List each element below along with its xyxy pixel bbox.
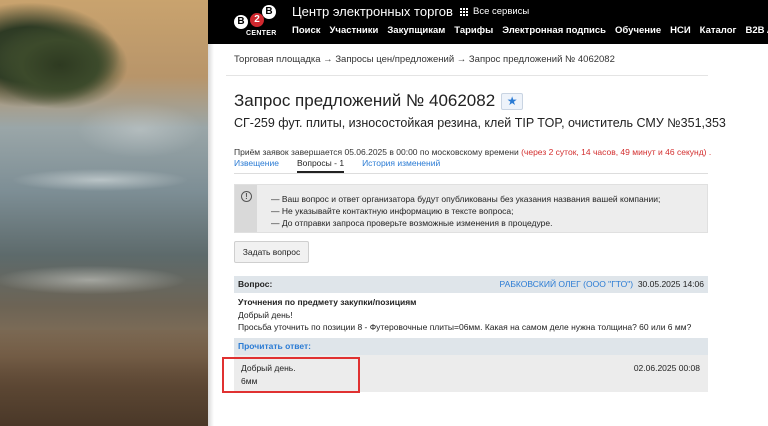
question-text-line: Добрый день!	[238, 310, 293, 320]
info-icon: !	[241, 191, 252, 202]
answer-date: 02.06.2025 00:08	[633, 363, 700, 373]
site-logo[interactable]: B 2 B CENTER	[234, 5, 280, 39]
nav-item-buyers[interactable]: Закупщикам	[387, 25, 445, 36]
background-wave	[0, 255, 208, 305]
grid-icon	[460, 7, 468, 16]
nav-item-e-signature[interactable]: Электронная подпись	[502, 25, 606, 36]
question-text-line: Просьба уточнить по позиции 8 - Футерово…	[238, 322, 692, 332]
logo-caption: CENTER	[246, 30, 277, 37]
info-icon-column: !	[235, 185, 257, 232]
deadline-text: Приём заявок завершается 05.06.2025 в 00…	[234, 147, 711, 157]
nav-item-b2b-alt[interactable]: B2B Alt	[745, 25, 768, 36]
all-services-label: Все сервисы	[473, 6, 530, 17]
page-title: Запрос предложений № 4062082	[234, 91, 496, 110]
question-label: Вопрос:	[238, 279, 273, 289]
info-line: — До отправки запроса проверьте возможны…	[271, 218, 553, 228]
deadline-main: Приём заявок завершается 05.06.2025 в 00…	[234, 147, 519, 157]
background-photo	[0, 0, 208, 426]
tabs-divider	[234, 173, 708, 174]
page-title-row: Запрос предложений № 4062082 ★	[234, 91, 524, 111]
tab-notice[interactable]: Извещение	[234, 158, 279, 173]
question-author-link[interactable]: РАБКОВСКИЙ ОЛЕГ (ООО "ГТО")	[500, 279, 634, 289]
highlight-annotation	[222, 357, 360, 393]
nav-item-participants[interactable]: Участники	[330, 25, 379, 36]
info-box: ! — Ваш вопрос и ответ организатора буду…	[234, 184, 708, 233]
question-header: Вопрос: РАБКОВСКИЙ ОЛЕГ (ООО "ГТО") 30.0…	[234, 276, 708, 293]
favorite-star-icon[interactable]: ★	[501, 92, 524, 110]
background-cliff	[0, 10, 170, 120]
question-body: Уточнения по предмету закупки/позициям Д…	[234, 293, 708, 338]
logo-letter-right: B	[262, 5, 276, 19]
read-answer-link[interactable]: Прочитать ответ:	[238, 341, 311, 351]
brand-title[interactable]: Центр электронных торгов	[292, 4, 453, 19]
breadcrumb[interactable]: Торговая площадка → Запросы цен/предложе…	[234, 54, 615, 65]
question-topic: Уточнения по предмету закупки/позициям	[238, 297, 417, 307]
nav-item-search[interactable]: Поиск	[292, 25, 321, 36]
logo-letter-left: B	[234, 15, 248, 29]
tabs: Извещение Вопросы - 1 История изменений	[234, 158, 440, 173]
info-lines: — Ваш вопрос и ответ организатора будут …	[271, 193, 660, 229]
tab-questions[interactable]: Вопросы - 1	[296, 158, 345, 173]
top-header: B 2 B CENTER Центр электронных торгов Вс…	[208, 0, 768, 44]
ask-question-button[interactable]: Задать вопрос	[234, 241, 309, 263]
info-line: — Не указывайте контактную информацию в …	[271, 206, 514, 216]
divider	[226, 75, 708, 76]
read-answer-bar: Прочитать ответ:	[234, 338, 708, 355]
page-subtitle: СГ-259 фут. плиты, износостойкая резина,…	[234, 116, 726, 130]
nav-item-nsi[interactable]: НСИ	[670, 25, 691, 36]
panel-shadow	[208, 0, 214, 426]
question-author-date: РАБКОВСКИЙ ОЛЕГ (ООО "ГТО") 30.05.2025 1…	[500, 279, 704, 289]
all-services-link[interactable]: Все сервисы	[460, 6, 529, 17]
deadline-dot: .	[708, 147, 712, 157]
deadline-remaining: (через 2 суток, 14 часов, 49 минут и 46 …	[521, 147, 707, 157]
tab-change-history[interactable]: История изменений	[362, 158, 440, 173]
question-date: 30.05.2025 14:06	[637, 279, 704, 289]
info-line: — Ваш вопрос и ответ организатора будут …	[271, 194, 661, 204]
top-nav: Поиск Участники Закупщикам Тарифы Электр…	[292, 25, 768, 36]
nav-item-tariffs[interactable]: Тарифы	[454, 25, 493, 36]
nav-item-training[interactable]: Обучение	[615, 25, 661, 36]
nav-item-catalog[interactable]: Каталог	[700, 25, 737, 36]
background-sand	[0, 330, 208, 426]
background-wave	[0, 160, 208, 200]
